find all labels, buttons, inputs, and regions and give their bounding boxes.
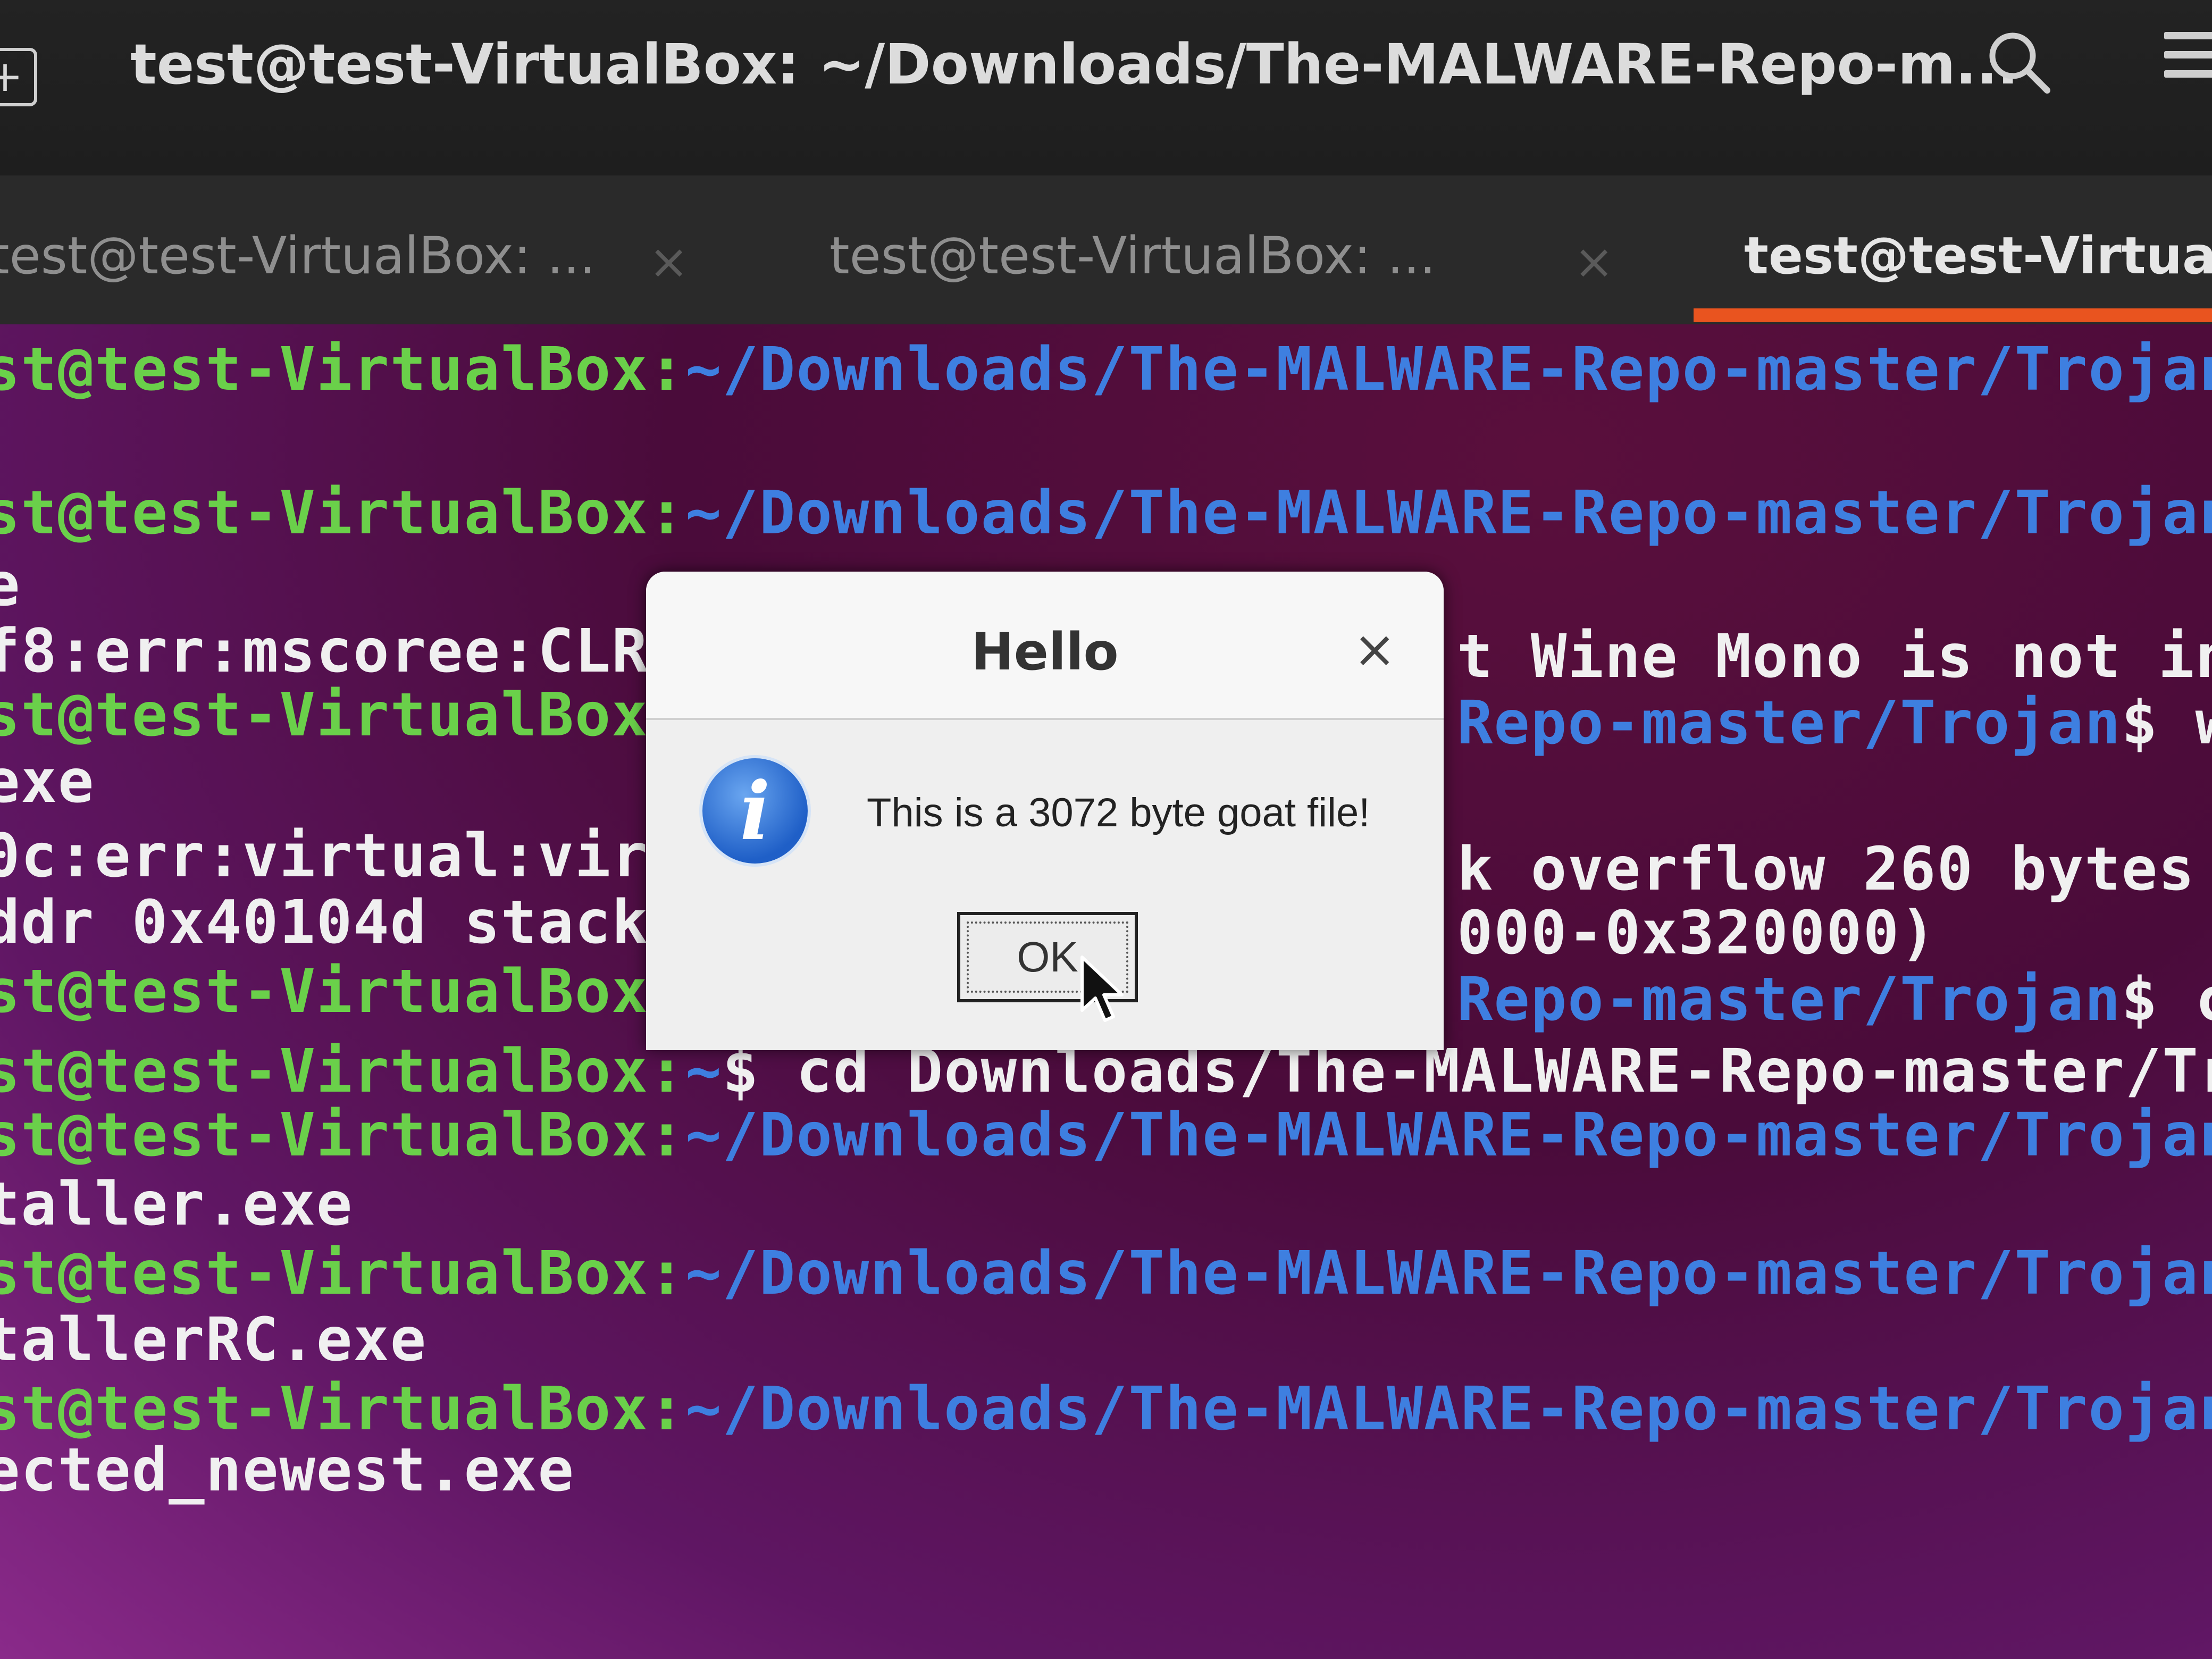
menu-icon-bar bbox=[2164, 32, 2212, 39]
tab-label: test@test-VirtualBox: ... bbox=[830, 226, 1436, 286]
dialog-title: Hello bbox=[971, 622, 1119, 682]
terminal-line: st@test-VirtualBox:~/Downloads/The-MALWA… bbox=[0, 1101, 2212, 1170]
terminal-line: taller.exe bbox=[0, 1170, 354, 1239]
dialog-titlebar[interactable]: Hello × bbox=[646, 572, 1444, 720]
terminal-line-tail: Repo-master/Trojan$ w bbox=[1457, 689, 2212, 758]
window-title: test@test-VirtualBox: ~/Downloads/The-MA… bbox=[130, 32, 2018, 97]
terminal-line-tail: 000-0x320000) bbox=[1457, 899, 1937, 968]
terminal-line-tail: Repo-master/Trojan$ c bbox=[1457, 965, 2212, 1034]
terminal-line-tail: t Wine Mono is not in bbox=[1457, 622, 2212, 691]
dialog-close-icon[interactable]: × bbox=[1353, 619, 1396, 679]
terminal-line: st@test-VirtualBox:~ bbox=[0, 957, 722, 1026]
menu-icon-bar bbox=[2164, 51, 2212, 58]
terminal-line: tallerRC.exe bbox=[0, 1305, 428, 1375]
info-icon: i bbox=[699, 755, 811, 867]
tab-terminal-2[interactable]: test@test-VirtualBox: ... × bbox=[830, 205, 1627, 300]
tab-label: test@test-VirtualBox: ... bbox=[0, 226, 596, 286]
terminal-line: ected_newest.exe bbox=[0, 1436, 575, 1505]
terminal-line: e bbox=[0, 550, 21, 619]
terminal-line: st@test-VirtualBox:~/Downloads/The-MALWA… bbox=[0, 479, 2212, 548]
mouse-pointer-icon bbox=[1080, 956, 1124, 1022]
terminal-line: 0c:err:virtual:virtu bbox=[0, 822, 723, 891]
terminal-line: st@test-VirtualBox:~/Downloads/The-MALWA… bbox=[0, 335, 2212, 404]
tab-bar: test@test-VirtualBox: ... × test@test-Vi… bbox=[0, 175, 2212, 324]
terminal-line: ddr 0x40104d stack 0 bbox=[0, 888, 723, 957]
terminal-line: st@test-VirtualBox:~/Downloads/The-MALWA… bbox=[0, 1375, 2212, 1444]
menu-icon-bar bbox=[2164, 70, 2212, 78]
tab-close-icon[interactable]: × bbox=[1574, 234, 1614, 290]
header-bar: test@test-VirtualBox: ~/Downloads/The-MA… bbox=[0, 0, 2212, 175]
active-tab-indicator bbox=[1694, 308, 2212, 322]
terminal-line: exe bbox=[0, 747, 95, 816]
terminal-line: st@test-VirtualBox:~ bbox=[0, 681, 722, 750]
terminal-line: f8:err:mscoree:CLRRu bbox=[0, 617, 723, 686]
terminal-line-tail: k overflow 260 bytes bbox=[1457, 835, 2196, 904]
search-icon bbox=[1989, 32, 2050, 94]
hamburger-menu-button[interactable] bbox=[2164, 32, 2212, 96]
tab-terminal-1[interactable]: test@test-VirtualBox: ... × bbox=[0, 205, 691, 300]
tab-close-icon[interactable]: × bbox=[649, 234, 689, 290]
dialog-message: This is a 3072 byte goat file! bbox=[867, 790, 1370, 835]
message-dialog: Hello × i This is a 3072 byte goat file!… bbox=[646, 572, 1444, 1050]
new-tab-button[interactable] bbox=[0, 48, 37, 106]
terminal-line: st@test-VirtualBox:~/Downloads/The-MALWA… bbox=[0, 1239, 2212, 1308]
search-button[interactable] bbox=[1983, 27, 2052, 96]
tab-label: test@test-Virtual bbox=[1744, 226, 2212, 286]
tab-terminal-3-active[interactable]: test@test-Virtual bbox=[1744, 205, 2212, 300]
